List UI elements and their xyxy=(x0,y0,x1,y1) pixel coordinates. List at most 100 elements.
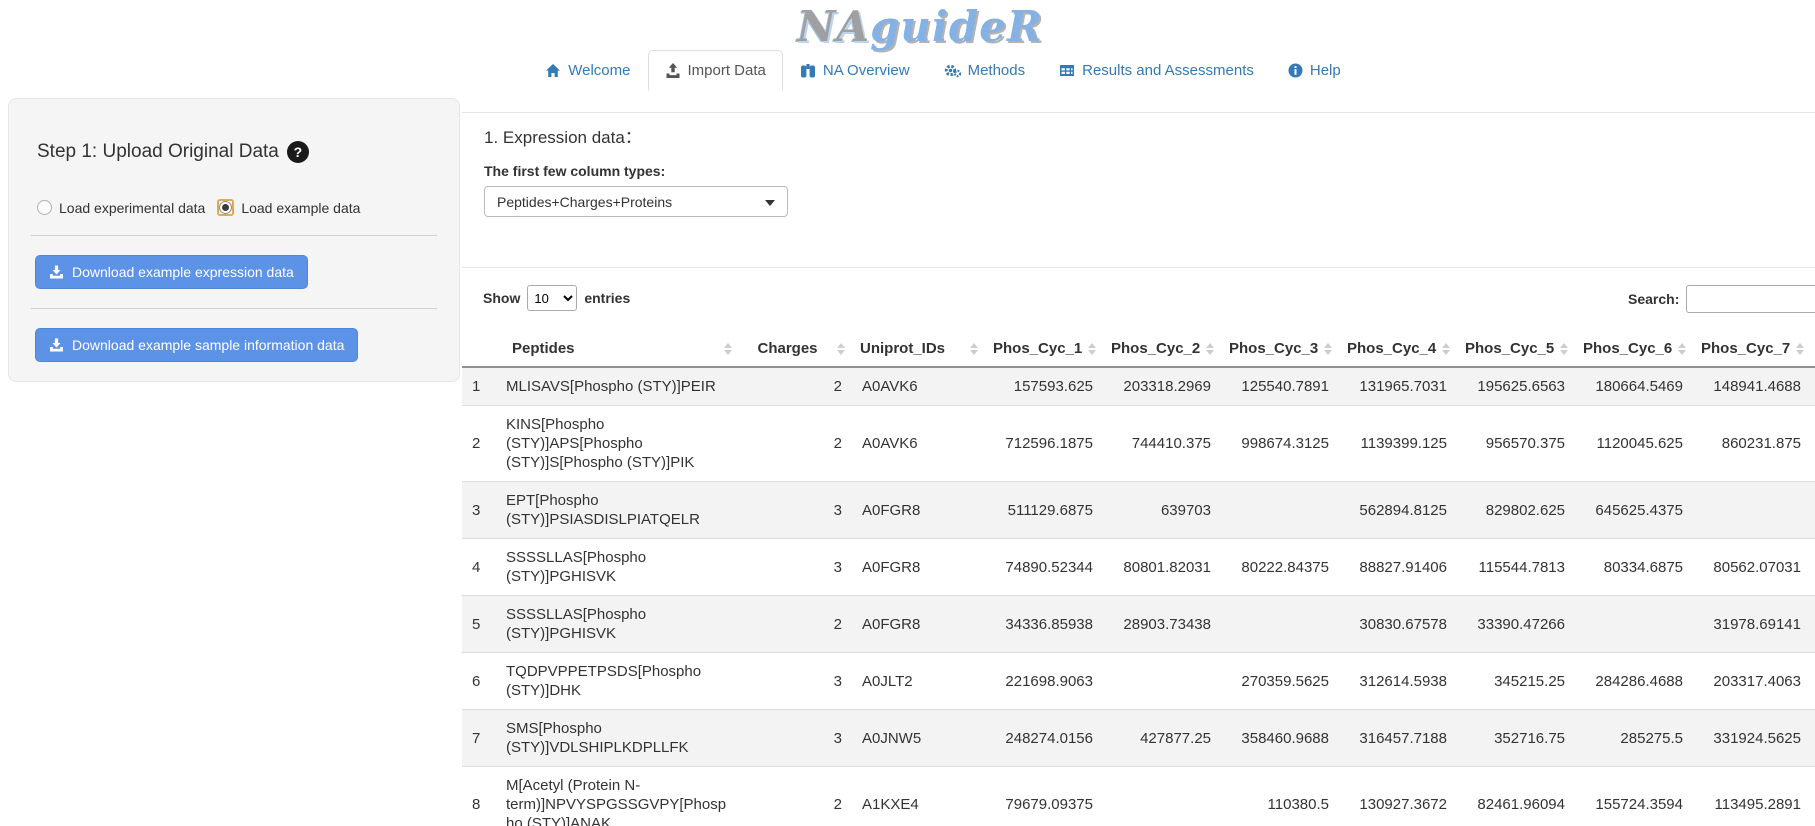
column-header-charges[interactable]: Charges xyxy=(739,331,852,367)
search-input[interactable] xyxy=(1686,285,1815,313)
radio-load-experimental-data[interactable]: Load experimental data xyxy=(37,200,205,216)
search-label: Search: xyxy=(1628,291,1679,307)
peptide-cell: M[Acetyl (Protein N-term)]NPVYSPGSSGVPY[… xyxy=(496,767,739,826)
table-row: 5SSSSLLAS[Phospho (STY)]PGHISVK2A0FGR834… xyxy=(462,596,1815,653)
show-label: Show xyxy=(483,290,520,306)
binoculars-icon xyxy=(800,63,816,78)
value-cell: 1120045.625 xyxy=(1575,406,1693,482)
value-cell: 33390.47266 xyxy=(1457,596,1575,653)
row-number: 8 xyxy=(462,767,496,826)
value-cell xyxy=(1575,596,1693,653)
value-cell: 30830.67578 xyxy=(1339,596,1457,653)
uniprot-cell: A0FGR8 xyxy=(852,482,985,539)
value-cell xyxy=(1103,653,1221,710)
download-icon xyxy=(49,338,64,352)
panel-divider xyxy=(31,308,437,309)
radio-unchecked-icon xyxy=(37,200,52,215)
value-cell: 115544.7813 xyxy=(1457,539,1575,596)
column-header-phos_cyc_1[interactable]: Phos_Cyc_1 xyxy=(985,331,1103,367)
value-cell: 956570.375 xyxy=(1457,406,1575,482)
filler-cell xyxy=(1811,539,1815,596)
filler-cell xyxy=(1811,482,1815,539)
table-row: 6TQDPVPPETPSDS[Phospho (STY)]DHK3A0JLT22… xyxy=(462,653,1815,710)
table-row: 4SSSSLLAS[Phospho (STY)]PGHISVK3A0FGR874… xyxy=(462,539,1815,596)
column-types-dropdown[interactable]: Peptides+Charges+Proteins xyxy=(484,186,788,217)
radio-load-example-data[interactable]: Load example data xyxy=(217,199,360,216)
value-cell: 248274.0156 xyxy=(985,710,1103,767)
value-cell: 82461.96094 xyxy=(1457,767,1575,826)
value-cell: 110380.5 xyxy=(1221,767,1339,826)
data-source-radios: Load experimental data Load example data xyxy=(37,199,437,216)
import-data-tab-panel: 1. Expression data： The first few column… xyxy=(462,112,1815,826)
sort-icon xyxy=(1324,343,1332,355)
tab-label: Results and Assessments xyxy=(1082,62,1254,79)
value-cell: 316457.7188 xyxy=(1339,710,1457,767)
charge-cell: 3 xyxy=(739,539,852,596)
uniprot-cell: A0FGR8 xyxy=(852,596,985,653)
expression-data-table: Peptides Charges Uniprot_IDs Phos_Cyc_1 Phos… xyxy=(462,331,1815,826)
value-cell: 645625.4375 xyxy=(1575,482,1693,539)
value-cell: 312614.5938 xyxy=(1339,653,1457,710)
value-cell: 345215.25 xyxy=(1457,653,1575,710)
uniprot-cell: A0AVK6 xyxy=(852,367,985,406)
table-icon xyxy=(1059,63,1075,78)
row-number: 5 xyxy=(462,596,496,653)
panel-divider xyxy=(31,235,437,236)
content-divider xyxy=(462,267,1815,268)
column-header-phos_cyc_7[interactable]: Phos_Cyc_7 xyxy=(1693,331,1811,367)
uniprot-cell: A0JNW5 xyxy=(852,710,985,767)
filler-cell xyxy=(1811,767,1815,826)
tab-results-assessments[interactable]: Results and Assessments xyxy=(1042,50,1271,91)
sort-icon xyxy=(1678,343,1686,355)
download-example-expression-button[interactable]: Download example expression data xyxy=(35,255,308,289)
uniprot-cell: A0AVK6 xyxy=(852,406,985,482)
column-types-label: The first few column types: xyxy=(484,163,1815,179)
value-cell: 125540.7891 xyxy=(1221,367,1339,406)
value-cell: 639703 xyxy=(1103,482,1221,539)
column-header-label: Phos_Cyc_1 xyxy=(993,340,1082,357)
upload-icon xyxy=(665,63,681,78)
charge-cell: 2 xyxy=(739,767,852,826)
column-header-label: Phos_Cyc_5 xyxy=(1465,340,1554,357)
value-cell: 74890.52344 xyxy=(985,539,1103,596)
question-circle-icon[interactable]: ? xyxy=(287,141,309,163)
column-header-label: Charges xyxy=(757,340,817,357)
value-cell: 157593.625 xyxy=(985,367,1103,406)
tab-help[interactable]: Help xyxy=(1271,50,1358,91)
column-header-phos_cyc_3[interactable]: Phos_Cyc_3 xyxy=(1221,331,1339,367)
value-cell: 180664.5469 xyxy=(1575,367,1693,406)
value-cell: 195625.6563 xyxy=(1457,367,1575,406)
column-header-phos_cyc_5[interactable]: Phos_Cyc_5 xyxy=(1457,331,1575,367)
uniprot-cell: A0JLT2 xyxy=(852,653,985,710)
column-header-phos_cyc_2[interactable]: Phos_Cyc_2 xyxy=(1103,331,1221,367)
table-row: 8M[Acetyl (Protein N-term)]NPVYSPGSSGVPY… xyxy=(462,767,1815,826)
row-number: 7 xyxy=(462,710,496,767)
column-header-label: Uniprot_IDs xyxy=(860,340,945,357)
uniprot-cell: A0FGR8 xyxy=(852,539,985,596)
table-row: 2KINS[Phospho (STY)]APS[Phospho (STY)]S[… xyxy=(462,406,1815,482)
peptide-cell: SMS[Phospho (STY)]VDLSHIPLKDPLLFK xyxy=(496,710,739,767)
value-cell: 511129.6875 xyxy=(985,482,1103,539)
button-label: Download example expression data xyxy=(72,264,294,280)
column-header-uniprot_ids[interactable]: Uniprot_IDs xyxy=(852,331,985,367)
column-header-phos_cyc_6[interactable]: Phos_Cyc_6 xyxy=(1575,331,1693,367)
home-icon xyxy=(545,63,561,78)
value-cell: 80801.82031 xyxy=(1103,539,1221,596)
sort-icon xyxy=(1796,343,1804,355)
column-header-label: Phos_Cyc_7 xyxy=(1701,340,1790,357)
download-example-sample-info-button[interactable]: Download example sample information data xyxy=(35,328,358,362)
column-header-rownum xyxy=(462,331,496,367)
page-length-select[interactable]: 10 xyxy=(527,285,577,311)
value-cell: 31978.69141 xyxy=(1693,596,1811,653)
column-header-phos_cyc_4[interactable]: Phos_Cyc_4 xyxy=(1339,331,1457,367)
tab-welcome[interactable]: Welcome xyxy=(528,50,647,91)
table-header-row: Peptides Charges Uniprot_IDs Phos_Cyc_1 Phos… xyxy=(462,331,1815,367)
tab-na-overview[interactable]: NA Overview xyxy=(783,50,927,91)
tab-methods[interactable]: Methods xyxy=(927,50,1043,91)
value-cell xyxy=(1693,482,1811,539)
value-cell: 998674.3125 xyxy=(1221,406,1339,482)
tab-import-data[interactable]: Import Data xyxy=(648,50,783,91)
column-header-peptides[interactable]: Peptides xyxy=(496,331,739,367)
sort-icon xyxy=(1442,343,1450,355)
column-header-label: Phos_Cyc_4 xyxy=(1347,340,1436,357)
